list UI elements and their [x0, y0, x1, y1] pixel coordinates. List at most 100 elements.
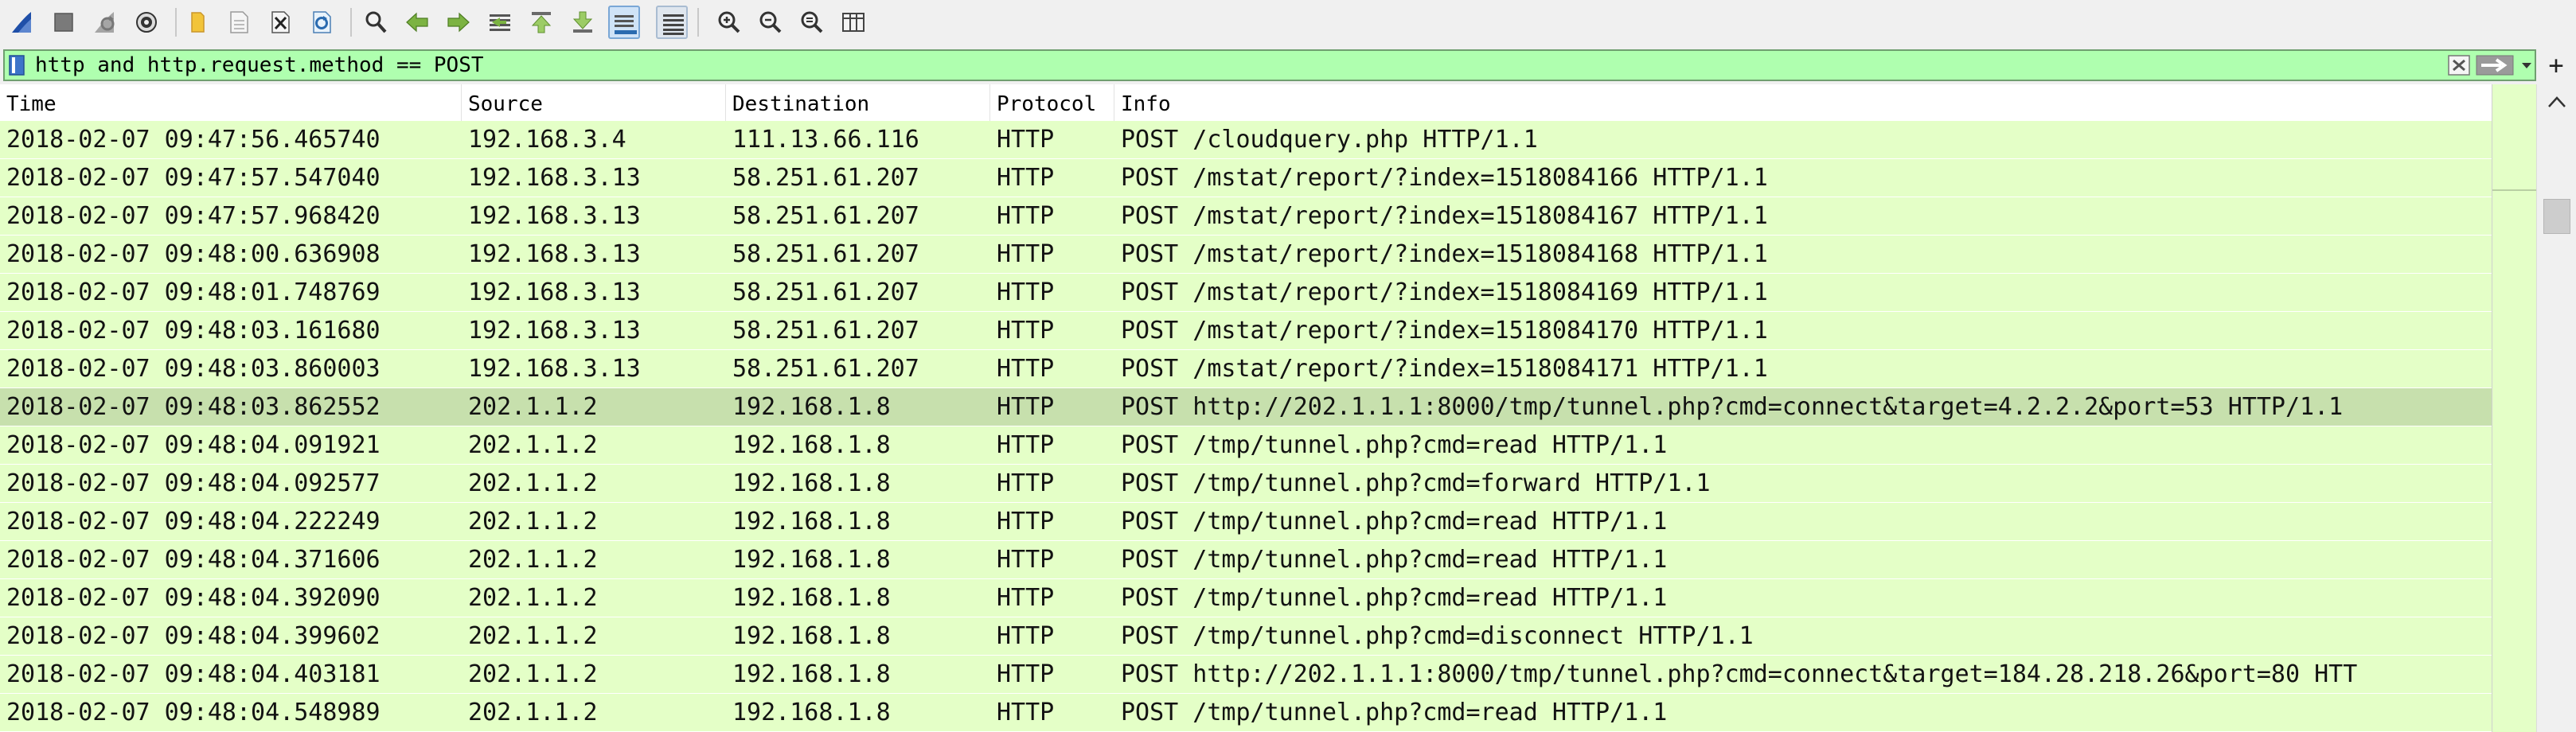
table-row[interactable]: 2018-02-07 09:48:00.636908 192.168.3.13 58… [0, 236, 2492, 274]
packet-protocol: HTTP [997, 278, 1055, 306]
packet-info: POST /tmp/tunnel.php?cmd=read HTTP/1.1 [1121, 584, 1668, 612]
packet-protocol: HTTP [997, 469, 1055, 497]
packet-info: POST /tmp/tunnel.php?cmd=disconnect HTTP… [1121, 622, 1754, 650]
packet-time: 2018-02-07 09:48:03.860003 [6, 355, 381, 383]
display-filter-input[interactable] [35, 51, 2415, 80]
table-row[interactable]: 2018-02-07 09:48:04.091921 202.1.1.2 192.1… [0, 426, 2492, 465]
packet-source: 192.168.3.4 [468, 126, 626, 154]
packet-info: POST /mstat/report/?index=1518084168 HTT… [1121, 240, 1768, 268]
table-row[interactable]: 2018-02-07 09:48:04.548989 202.1.1.2 192.1… [0, 694, 2492, 732]
packet-destination: 192.168.1.8 [732, 699, 891, 726]
reload-file-icon[interactable] [306, 6, 338, 39]
packet-time: 2018-02-07 09:47:56.465740 [6, 126, 381, 154]
table-row[interactable]: 2018-02-07 09:48:04.222249 202.1.1.2 192.1… [0, 503, 2492, 541]
table-row[interactable]: 2018-02-07 09:47:57.968420 192.168.3.13 58… [0, 197, 2492, 236]
packet-time: 2018-02-07 09:48:04.403181 [6, 660, 381, 688]
packet-source: 192.168.3.13 [468, 164, 641, 192]
packet-destination: 58.251.61.207 [732, 202, 919, 230]
column-header-protocol[interactable]: Protocol [990, 84, 1114, 121]
close-file-icon[interactable] [264, 6, 296, 39]
table-row[interactable]: 2018-02-07 09:48:03.860003 192.168.3.13 58… [0, 350, 2492, 388]
packet-destination: 111.13.66.116 [732, 126, 919, 154]
packet-time: 2018-02-07 09:48:00.636908 [6, 240, 381, 268]
go-forward-icon[interactable] [443, 6, 474, 39]
column-header-info[interactable]: Info [1114, 84, 2492, 121]
first-packet-icon[interactable] [525, 6, 557, 39]
packet-info: POST /mstat/report/?index=1518084169 HTT… [1121, 278, 1768, 306]
packet-protocol: HTTP [997, 164, 1055, 192]
packet-info: POST /mstat/report/?index=1518084171 HTT… [1121, 355, 1768, 383]
packet-time: 2018-02-07 09:48:03.862552 [6, 393, 381, 421]
packet-info: POST /tmp/tunnel.php?cmd=read HTTP/1.1 [1121, 508, 1668, 535]
packet-destination: 192.168.1.8 [732, 584, 891, 612]
packet-source: 202.1.1.2 [468, 508, 598, 535]
save-file-icon[interactable] [223, 6, 255, 39]
display-filter-bar: + [0, 46, 2576, 84]
packet-protocol: HTTP [997, 699, 1055, 726]
packet-protocol: HTTP [997, 546, 1055, 574]
packet-protocol: HTTP [997, 126, 1055, 154]
packet-source: 202.1.1.2 [468, 584, 598, 612]
packet-protocol: HTTP [997, 393, 1055, 421]
packet-destination: 192.168.1.8 [732, 431, 891, 459]
resize-columns-icon[interactable] [837, 6, 869, 39]
table-row[interactable]: 2018-02-07 09:48:04.399602 202.1.1.2 192.1… [0, 617, 2492, 656]
column-header-time[interactable]: Time [0, 84, 462, 121]
packet-list-header: Time Source Destination Protocol Info [0, 84, 2492, 122]
clear-filter-icon[interactable] [2447, 53, 2471, 77]
colorize-icon[interactable] [656, 6, 688, 39]
bookmark-icon[interactable] [8, 55, 25, 76]
go-to-packet-icon[interactable] [484, 6, 516, 39]
packet-info: POST /mstat/report/?index=1518084170 HTT… [1121, 317, 1768, 345]
packet-destination: 192.168.1.8 [732, 660, 891, 688]
packet-source: 202.1.1.2 [468, 469, 598, 497]
restart-capture-icon[interactable] [89, 6, 121, 39]
table-row[interactable]: 2018-02-07 09:48:04.371606 202.1.1.2 192.1… [0, 541, 2492, 579]
table-row[interactable]: 2018-02-07 09:48:04.392090 202.1.1.2 192.1… [0, 579, 2492, 617]
filter-history-dropdown-icon[interactable] [2519, 53, 2535, 77]
add-filter-button[interactable]: + [2543, 51, 2570, 80]
column-header-destination[interactable]: Destination [726, 84, 990, 121]
packet-protocol: HTTP [997, 508, 1055, 535]
zoom-in-icon[interactable] [713, 6, 745, 39]
vertical-scrollbar[interactable] [2536, 84, 2576, 732]
packet-info: POST http://202.1.1.1:8000/tmp/tunnel.ph… [1121, 660, 2358, 688]
scroll-up-arrow-icon[interactable] [2547, 94, 2567, 110]
packet-source: 202.1.1.2 [468, 660, 598, 688]
packet-source: 202.1.1.2 [468, 699, 598, 726]
packet-destination: 192.168.1.8 [732, 546, 891, 574]
open-file-icon[interactable] [181, 6, 213, 39]
packet-source: 192.168.3.13 [468, 355, 641, 383]
capture-options-icon[interactable] [131, 6, 162, 39]
table-row[interactable]: 2018-02-07 09:47:56.465740 192.168.3.4 111… [0, 121, 2492, 159]
apply-filter-icon[interactable] [2476, 53, 2514, 77]
packet-source: 192.168.3.13 [468, 202, 641, 230]
column-header-source[interactable]: Source [462, 84, 726, 121]
table-row[interactable]: 2018-02-07 09:48:01.748769 192.168.3.13 58… [0, 274, 2492, 312]
normal-size-icon[interactable] [796, 6, 828, 39]
packet-time: 2018-02-07 09:48:04.399602 [6, 622, 381, 650]
packet-minimap[interactable] [2492, 84, 2537, 732]
scrollbar-thumb[interactable] [2543, 199, 2570, 234]
auto-scroll-icon[interactable] [608, 6, 640, 39]
go-back-icon[interactable] [401, 6, 433, 39]
packet-destination: 192.168.1.8 [732, 393, 891, 421]
packet-destination: 58.251.61.207 [732, 240, 919, 268]
table-row[interactable]: 2018-02-07 09:48:04.403181 202.1.1.2 192.1… [0, 656, 2492, 694]
table-row[interactable]: 2018-02-07 09:48:04.092577 202.1.1.2 192.1… [0, 465, 2492, 503]
packet-time: 2018-02-07 09:47:57.968420 [6, 202, 381, 230]
table-row-selected[interactable]: 2018-02-07 09:48:03.862552 202.1.1.2 192.1… [0, 388, 2492, 426]
table-row[interactable]: 2018-02-07 09:48:03.161680 192.168.3.13 58… [0, 312, 2492, 350]
packet-protocol: HTTP [997, 202, 1055, 230]
last-packet-icon[interactable] [567, 6, 599, 39]
table-row[interactable]: 2018-02-07 09:47:57.547040 192.168.3.13 58… [0, 159, 2492, 197]
packet-info: POST http://202.1.1.1:8000/tmp/tunnel.ph… [1121, 393, 2344, 421]
find-packet-icon[interactable] [360, 6, 392, 39]
packet-info: POST /mstat/report/?index=1518084166 HTT… [1121, 164, 1768, 192]
shark-fin-start-icon[interactable] [6, 6, 38, 39]
toolbar-separator [350, 8, 352, 37]
packet-info: POST /tmp/tunnel.php?cmd=read HTTP/1.1 [1121, 546, 1668, 574]
packet-rows: 2018-02-07 09:47:56.465740 192.168.3.4 111… [0, 121, 2492, 732]
zoom-out-icon[interactable] [755, 6, 786, 39]
stop-capture-icon[interactable] [48, 6, 80, 39]
